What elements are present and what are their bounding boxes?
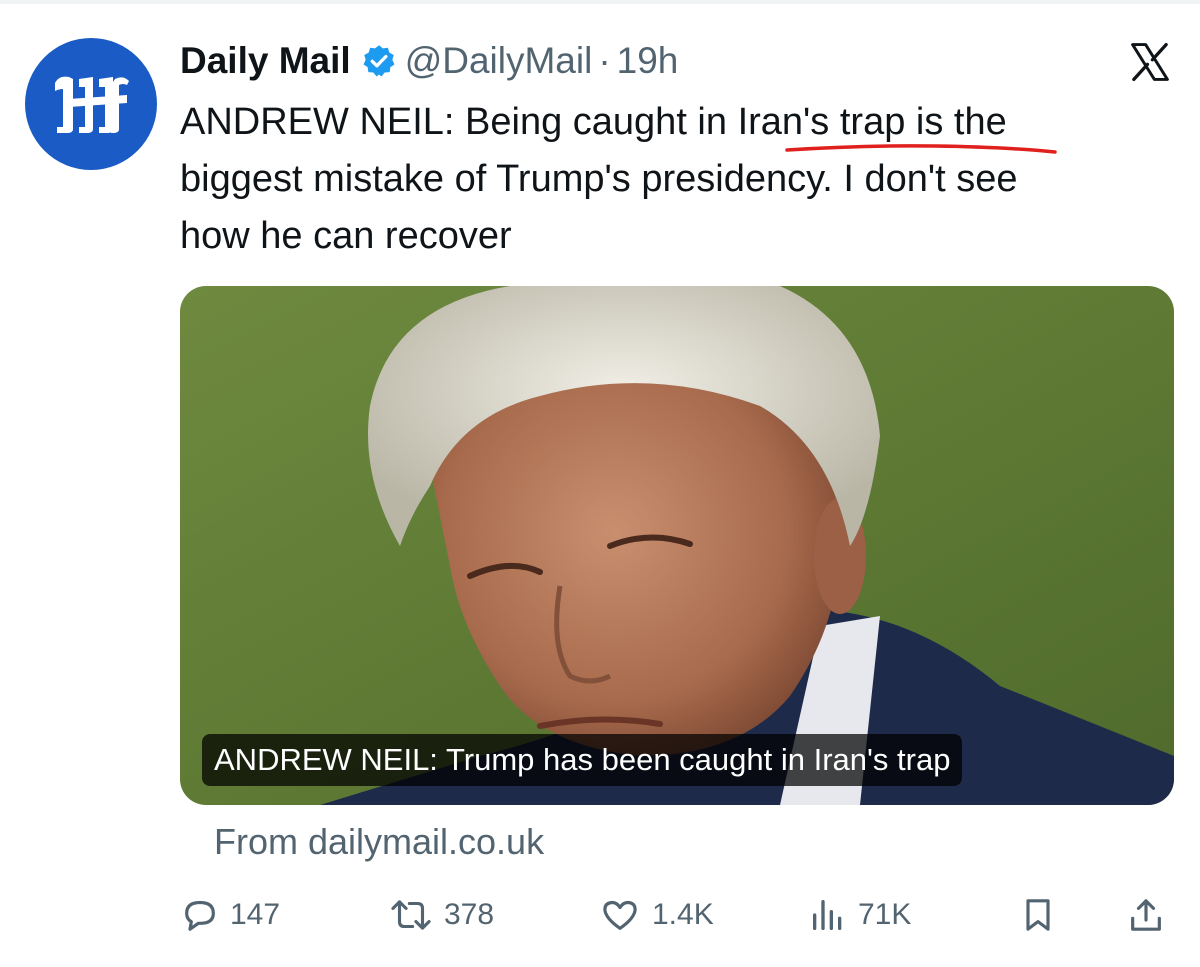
bookmark-button[interactable] (1018, 888, 1058, 942)
repost-count: 378 (444, 898, 495, 931)
tweet-header: Daily Mail @DailyMail · 19h (180, 36, 678, 86)
verified-badge-icon[interactable] (361, 43, 397, 79)
avatar[interactable] (25, 38, 157, 170)
daily-mail-logo-icon (55, 76, 129, 133)
action-bar: 147 378 1.4K 71K (180, 888, 1170, 942)
heart-icon (603, 900, 637, 930)
reply-icon (185, 900, 215, 931)
reply-button[interactable]: 147 (180, 888, 280, 942)
author-handle[interactable]: @DailyMail (405, 40, 593, 82)
link-card-image[interactable]: ANDREW NEIL: Trump has been caught in Ir… (180, 286, 1174, 805)
top-divider (0, 0, 1200, 4)
share-button[interactable] (1126, 888, 1166, 942)
red-underline-annotation (785, 144, 1057, 154)
views-button[interactable]: 71K (808, 888, 911, 942)
author-display-name[interactable]: Daily Mail (180, 40, 351, 82)
article-photo (180, 286, 1174, 805)
share-icon (1131, 899, 1161, 931)
post-timestamp[interactable]: 19h (617, 40, 679, 82)
like-button[interactable]: 1.4K (598, 888, 714, 942)
tweet-text: ANDREW NEIL: Being caught in Iran's trap… (180, 94, 1180, 265)
separator-dot: · (598, 40, 611, 81)
x-logo-icon (1131, 42, 1169, 82)
tweet-text-line: biggest mistake of Trump's presidency. I… (180, 158, 1018, 200)
repost-button[interactable]: 378 (388, 888, 494, 942)
reply-count: 147 (230, 898, 281, 931)
repost-icon (391, 900, 431, 930)
views-count: 71K (858, 898, 912, 931)
views-icon (813, 900, 842, 930)
tweet-text-line: how he can recover (180, 215, 512, 257)
like-count: 1.4K (652, 898, 714, 931)
link-source[interactable]: From dailymail.co.uk (214, 818, 544, 866)
link-card-caption: ANDREW NEIL: Trump has been caught in Ir… (202, 734, 963, 786)
bookmark-icon (1026, 899, 1050, 931)
